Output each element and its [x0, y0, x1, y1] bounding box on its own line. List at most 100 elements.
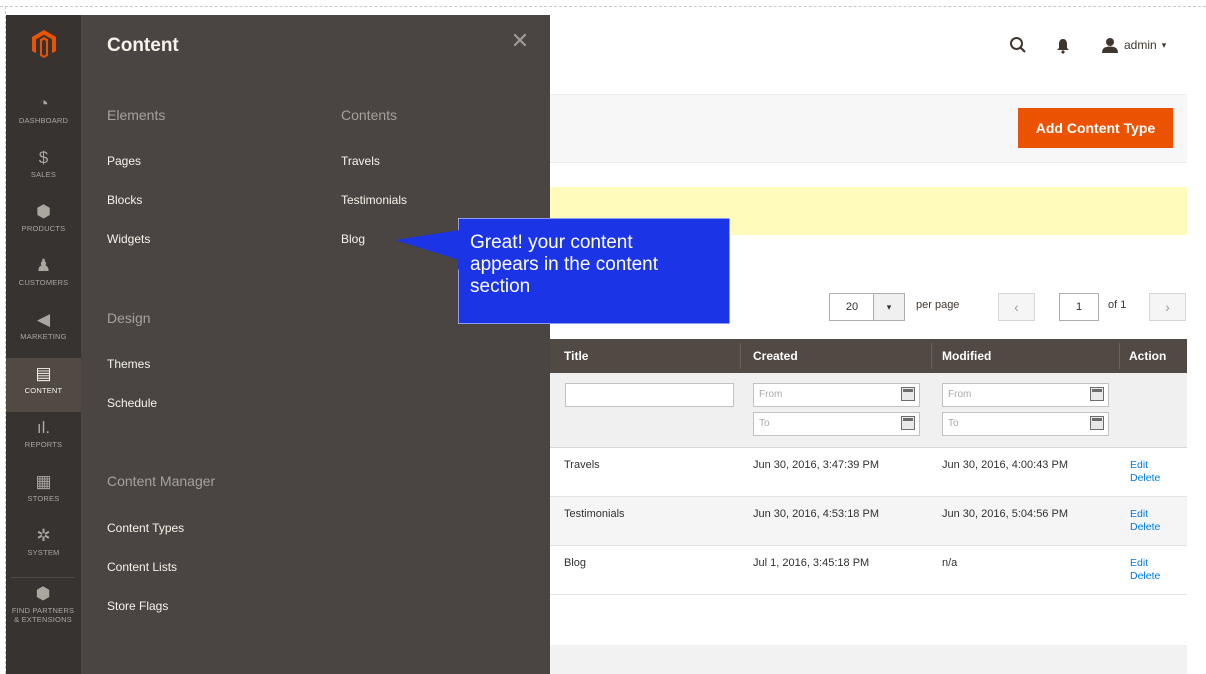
modified-to-input[interactable]: To — [942, 412, 1109, 436]
row-actions: Edit Delete — [1130, 508, 1160, 534]
flyout-link-blocks[interactable]: Blocks — [107, 193, 142, 207]
table-row: Blog Jul 1, 2016, 3:45:18 PM n/a Edit De… — [550, 546, 1187, 595]
nav-label: CUSTOMERS — [18, 278, 69, 287]
modified-from-placeholder: From — [948, 389, 972, 400]
column-header-created[interactable]: Created — [753, 339, 798, 373]
nav-item-stores[interactable]: ▦ STORES — [6, 466, 81, 520]
group-title-design: Design — [107, 310, 151, 326]
cell-title: Travels — [564, 459, 600, 471]
content-flyout-menu: Content ✕ Elements Pages Blocks Widgets … — [81, 15, 550, 674]
created-to-input[interactable]: To — [753, 412, 920, 436]
gear-icon: ✲ — [36, 526, 51, 545]
modified-to-placeholder: To — [948, 418, 959, 429]
screenshot-border-top — [0, 6, 1206, 7]
callout-line: section — [470, 276, 531, 297]
table-row: Travels Jun 30, 2016, 3:47:39 PM Jun 30,… — [550, 448, 1187, 497]
group-title-content-manager: Content Manager — [107, 473, 216, 489]
nav-item-products[interactable]: ⬢ PRODUCTS — [6, 196, 81, 250]
nav-label: CONTENT — [24, 386, 63, 395]
row-actions: Edit Delete — [1130, 459, 1160, 485]
chevron-down-icon: ▾ — [873, 294, 904, 320]
flyout-link-widgets[interactable]: Widgets — [107, 232, 150, 246]
nav-item-marketing[interactable]: ◀ MARKETING — [6, 304, 81, 358]
flyout-link-content-types[interactable]: Content Types — [107, 521, 184, 535]
group-title-elements: Elements — [107, 107, 166, 123]
callout-line: Great! your content — [470, 232, 633, 253]
column-header-modified[interactable]: Modified — [942, 339, 991, 373]
flyout-link-themes[interactable]: Themes — [107, 357, 150, 371]
nav-item-customers[interactable]: ♟ CUSTOMERS — [6, 250, 81, 304]
bell-icon[interactable] — [1056, 38, 1070, 54]
created-from-placeholder: From — [759, 389, 783, 400]
cell-modified: Jun 30, 2016, 4:00:43 PM — [942, 459, 1068, 471]
column-divider — [931, 343, 932, 369]
person-icon: ♟ — [35, 256, 52, 275]
per-page-label: per page — [916, 299, 960, 311]
edit-link[interactable]: Edit — [1130, 459, 1160, 472]
nav-item-sales[interactable]: $ SALES — [6, 142, 81, 196]
chevron-down-icon: ▾ — [1161, 39, 1167, 50]
calendar-icon[interactable] — [1090, 416, 1104, 430]
cube-icon: ⬢ — [36, 202, 51, 221]
column-divider — [1119, 343, 1120, 369]
megaphone-icon: ◀ — [36, 310, 51, 329]
callout-pointer — [395, 230, 459, 260]
nav-label: REPORTS — [24, 440, 63, 449]
delete-link[interactable]: Delete — [1130, 570, 1160, 583]
add-content-type-button[interactable]: Add Content Type — [1018, 108, 1173, 148]
delete-link[interactable]: Delete — [1130, 521, 1160, 534]
search-icon[interactable] — [1009, 36, 1027, 54]
bar-chart-icon: ıl. — [36, 418, 51, 437]
nav-label: SYSTEM — [27, 548, 60, 557]
per-page-select[interactable]: 20 ▾ — [829, 293, 905, 321]
calendar-icon[interactable] — [1090, 387, 1104, 401]
column-header-title[interactable]: Title — [564, 339, 588, 373]
callout-line: appears in the content — [470, 254, 659, 275]
cell-title: Testimonials — [564, 508, 625, 520]
flyout-link-pages[interactable]: Pages — [107, 154, 141, 168]
page-count-label: of 1 — [1108, 299, 1127, 311]
extensions-icon: ⬢ — [35, 584, 51, 603]
nav-label: STORES — [27, 494, 60, 503]
dollar-icon: $ — [38, 148, 49, 167]
magento-logo[interactable] — [6, 15, 81, 73]
previous-page-button[interactable]: ‹ — [998, 293, 1035, 321]
column-header-action: Action — [1129, 349, 1167, 363]
nav-item-system[interactable]: ✲ SYSTEM — [6, 520, 81, 574]
flyout-link-content-lists[interactable]: Content Lists — [107, 560, 177, 574]
content-icon: ▤ — [35, 364, 52, 383]
created-from-input[interactable]: From — [753, 383, 920, 407]
group-title-contents: Contents — [341, 107, 398, 123]
admin-sidebar: ◔ DASHBOARD $ SALES ⬢ PRODUCTS ♟ CUSTOME… — [6, 15, 81, 674]
column-divider — [740, 343, 741, 369]
flyout-link-testimonials[interactable]: Testimonials — [341, 193, 407, 207]
calendar-icon[interactable] — [901, 416, 915, 430]
edit-link[interactable]: Edit — [1130, 508, 1160, 521]
dashboard-icon: ◔ — [38, 94, 49, 113]
close-icon[interactable]: ✕ — [508, 29, 532, 53]
nav-item-reports[interactable]: ıl. REPORTS — [6, 412, 81, 466]
flyout-link-schedule[interactable]: Schedule — [107, 396, 157, 410]
nav-item-find-partners[interactable]: ⬢ FIND PARTNERS & EXTENSIONS — [11, 577, 75, 636]
nav-item-dashboard[interactable]: ◔ DASHBOARD — [6, 88, 81, 142]
flyout-link-travels[interactable]: Travels — [341, 154, 380, 168]
edit-link[interactable]: Edit — [1130, 557, 1160, 570]
cell-title: Blog — [564, 557, 587, 569]
footer-band — [550, 645, 1187, 674]
user-icon — [1102, 38, 1118, 53]
current-page-input[interactable]: 1 — [1059, 293, 1099, 321]
flyout-link-blog[interactable]: Blog — [341, 232, 365, 246]
per-page-value: 20 — [845, 301, 859, 313]
nav-label: MARKETING — [20, 332, 67, 341]
magento-logo-icon — [31, 30, 56, 58]
nav-label: SALES — [30, 170, 57, 179]
next-page-button[interactable]: › — [1149, 293, 1186, 321]
admin-user-menu[interactable]: admin ▾ — [1102, 37, 1166, 53]
grid-header: Title Created Modified Action — [550, 339, 1187, 373]
nav-item-content[interactable]: ▤ CONTENT — [6, 358, 81, 412]
modified-from-input[interactable]: From — [942, 383, 1109, 407]
calendar-icon[interactable] — [901, 387, 915, 401]
title-filter-input[interactable] — [565, 383, 734, 407]
delete-link[interactable]: Delete — [1130, 472, 1160, 485]
flyout-link-store-flags[interactable]: Store Flags — [107, 599, 168, 613]
